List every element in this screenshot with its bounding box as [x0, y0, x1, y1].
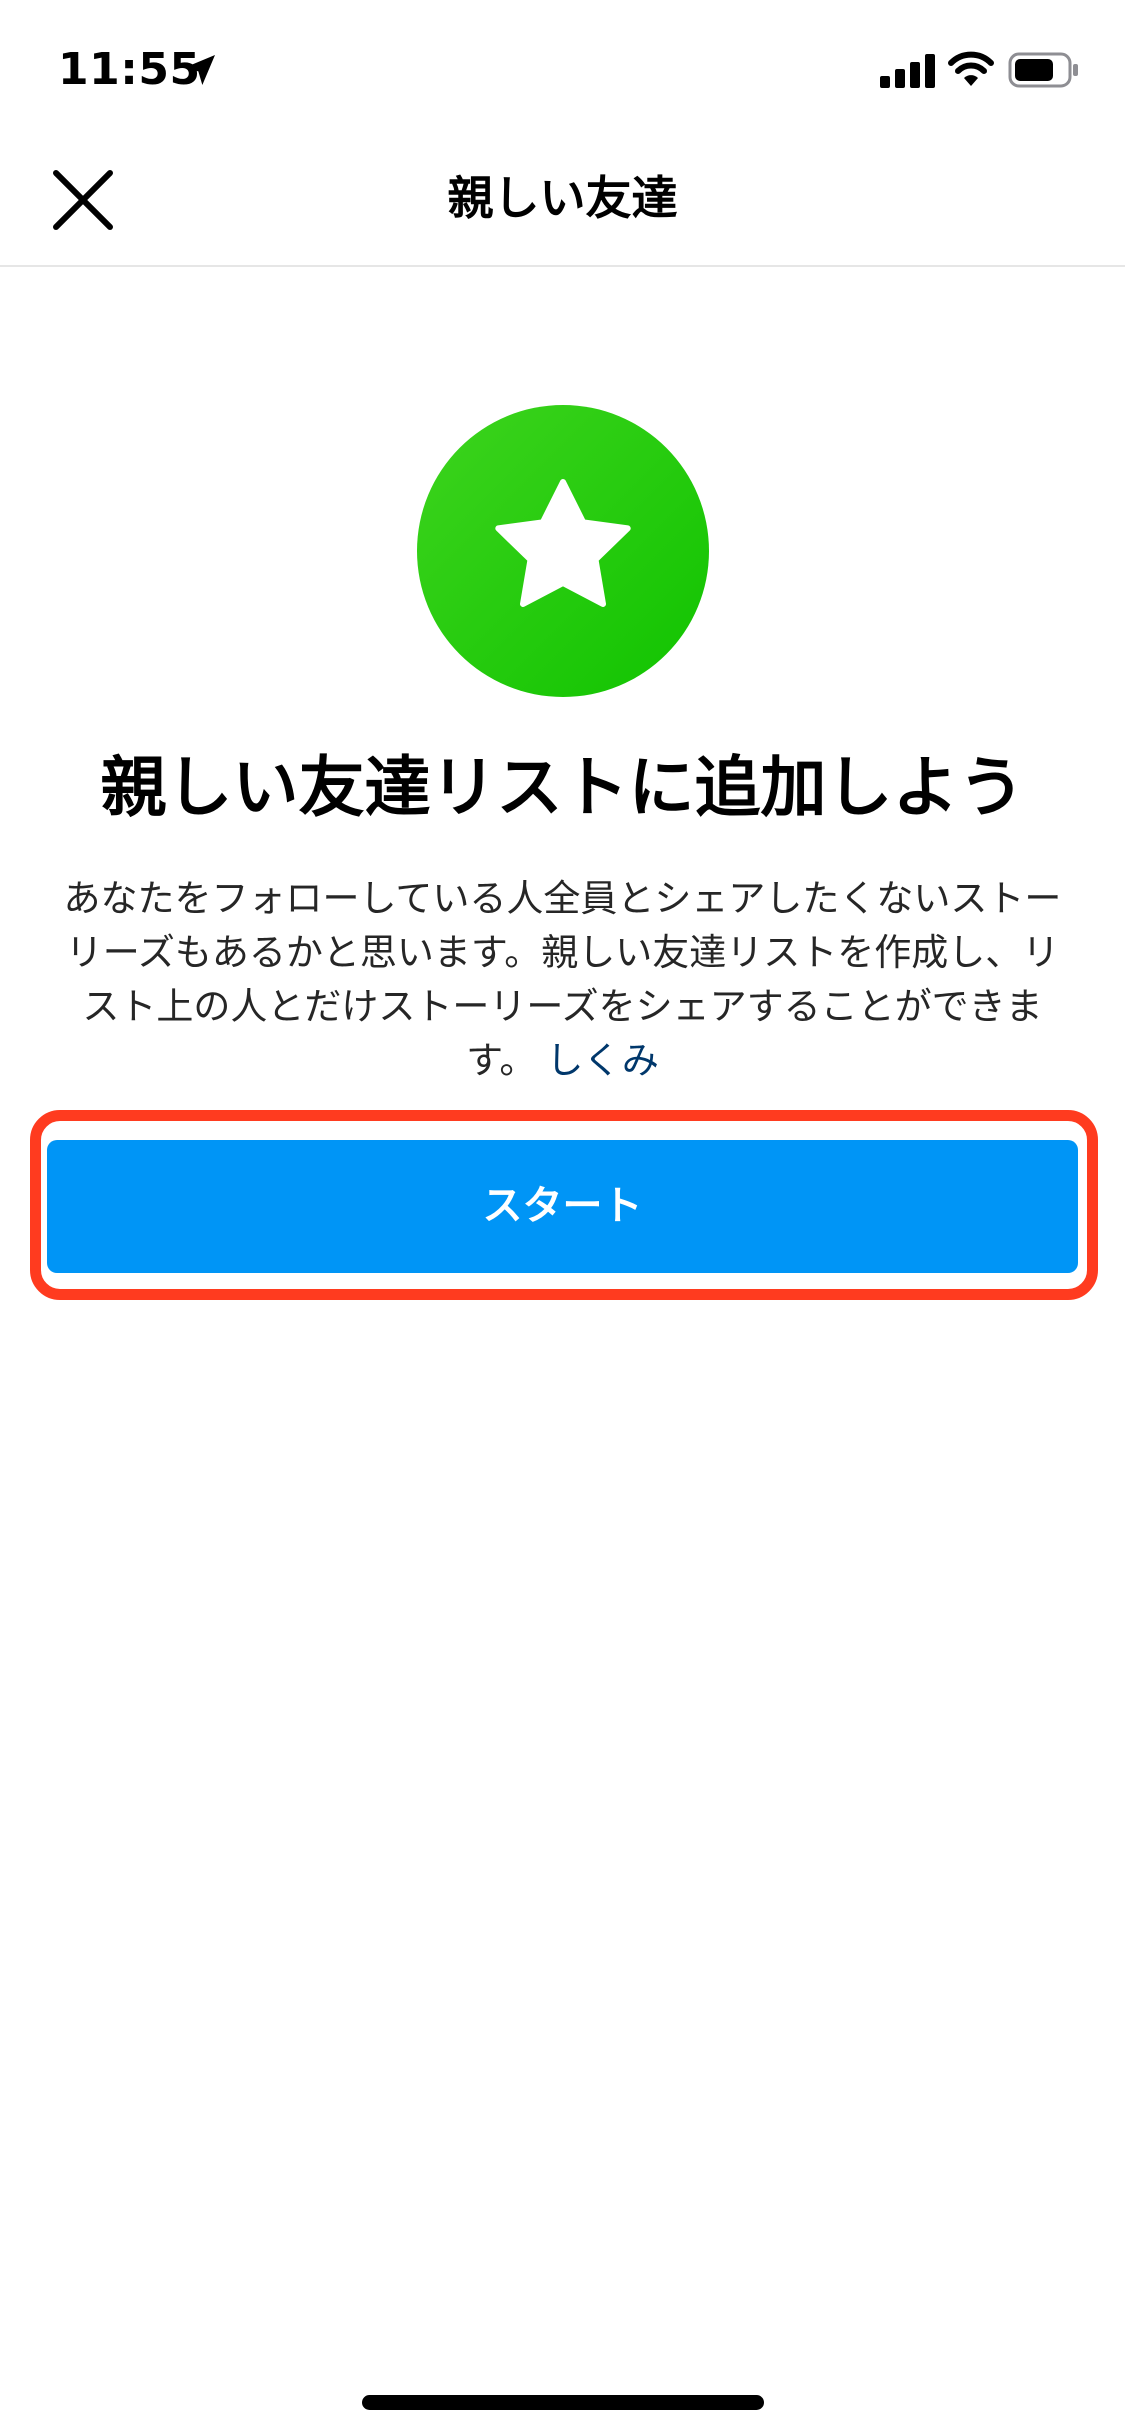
description: あなたをフォローしている人全員とシェアしたくないストーリーズもあるかと思います。…: [50, 872, 1075, 1088]
cellular-signal-icon: [880, 54, 935, 88]
wifi-icon: [948, 51, 994, 86]
headline: 親しい友達リストに追加しよう: [100, 749, 1025, 826]
nav-bar: 親しい友達: [0, 135, 1125, 267]
learn-more-link[interactable]: しくみ: [546, 1039, 658, 1082]
home-indicator: [362, 2395, 764, 2410]
status-bar: 11:55: [0, 0, 1125, 135]
location-arrow-icon: [185, 55, 215, 85]
close-friends-star-badge: [417, 405, 709, 697]
battery-icon: [1008, 52, 1078, 88]
page-title: 親しい友達: [447, 171, 678, 225]
start-button[interactable]: スタート: [47, 1140, 1078, 1273]
